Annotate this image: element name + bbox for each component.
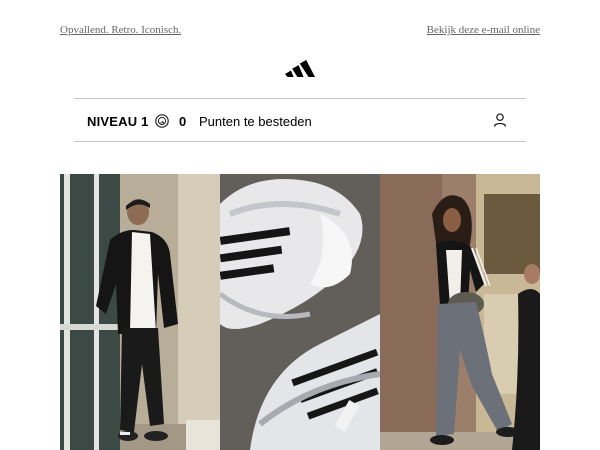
preheader: Opvallend. Retro. Iconisch. Bekijk deze …	[60, 24, 540, 38]
hero-image[interactable]	[60, 174, 540, 450]
view-online-link[interactable]: Bekijk deze e-mail online	[427, 24, 540, 36]
membership-level: NIVEAU 1	[87, 114, 149, 129]
coin-icon	[155, 114, 169, 128]
points-value: 0	[179, 114, 187, 129]
user-icon[interactable]	[493, 113, 507, 128]
adidas-logo[interactable]	[285, 60, 315, 78]
white-sneakers-closeup-photo	[220, 174, 380, 450]
loyalty-bar: NIVEAU 1 0 Punten te besteden	[74, 98, 526, 142]
points-label: Punten te besteden	[199, 114, 312, 129]
man-in-black-tracksuit-photo	[60, 174, 220, 450]
tagline-link[interactable]: Opvallend. Retro. Iconisch.	[60, 24, 181, 36]
woman-in-track-jacket-photo	[380, 174, 540, 450]
